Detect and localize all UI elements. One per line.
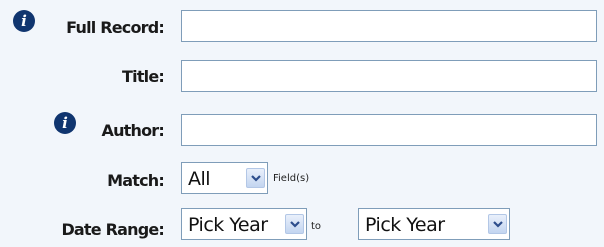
title-input[interactable] [181, 60, 597, 92]
match-suffix: Field(s) [273, 173, 310, 184]
match-label: Match: [107, 171, 165, 190]
info-icon[interactable]: i [54, 112, 76, 134]
chevron-down-icon[interactable] [285, 214, 304, 234]
date-range-to-value: Pick Year [365, 214, 445, 236]
match-select[interactable]: All [181, 162, 268, 194]
author-input[interactable] [181, 114, 597, 146]
title-label: Title: [122, 67, 165, 86]
info-icon[interactable]: i [13, 10, 35, 32]
full-record-input[interactable] [181, 10, 597, 42]
chevron-down-icon[interactable] [246, 168, 265, 188]
match-selected-value: All [188, 168, 211, 190]
full-record-label: Full Record: [66, 18, 165, 37]
date-range-from-value: Pick Year [188, 214, 268, 236]
date-range-label: Date Range: [61, 220, 164, 239]
author-label: Author: [101, 121, 165, 140]
date-range-separator: to [311, 221, 322, 232]
date-range-from-select[interactable]: Pick Year [181, 208, 307, 240]
chevron-down-icon[interactable] [488, 214, 507, 234]
date-range-to-select[interactable]: Pick Year [358, 208, 510, 240]
